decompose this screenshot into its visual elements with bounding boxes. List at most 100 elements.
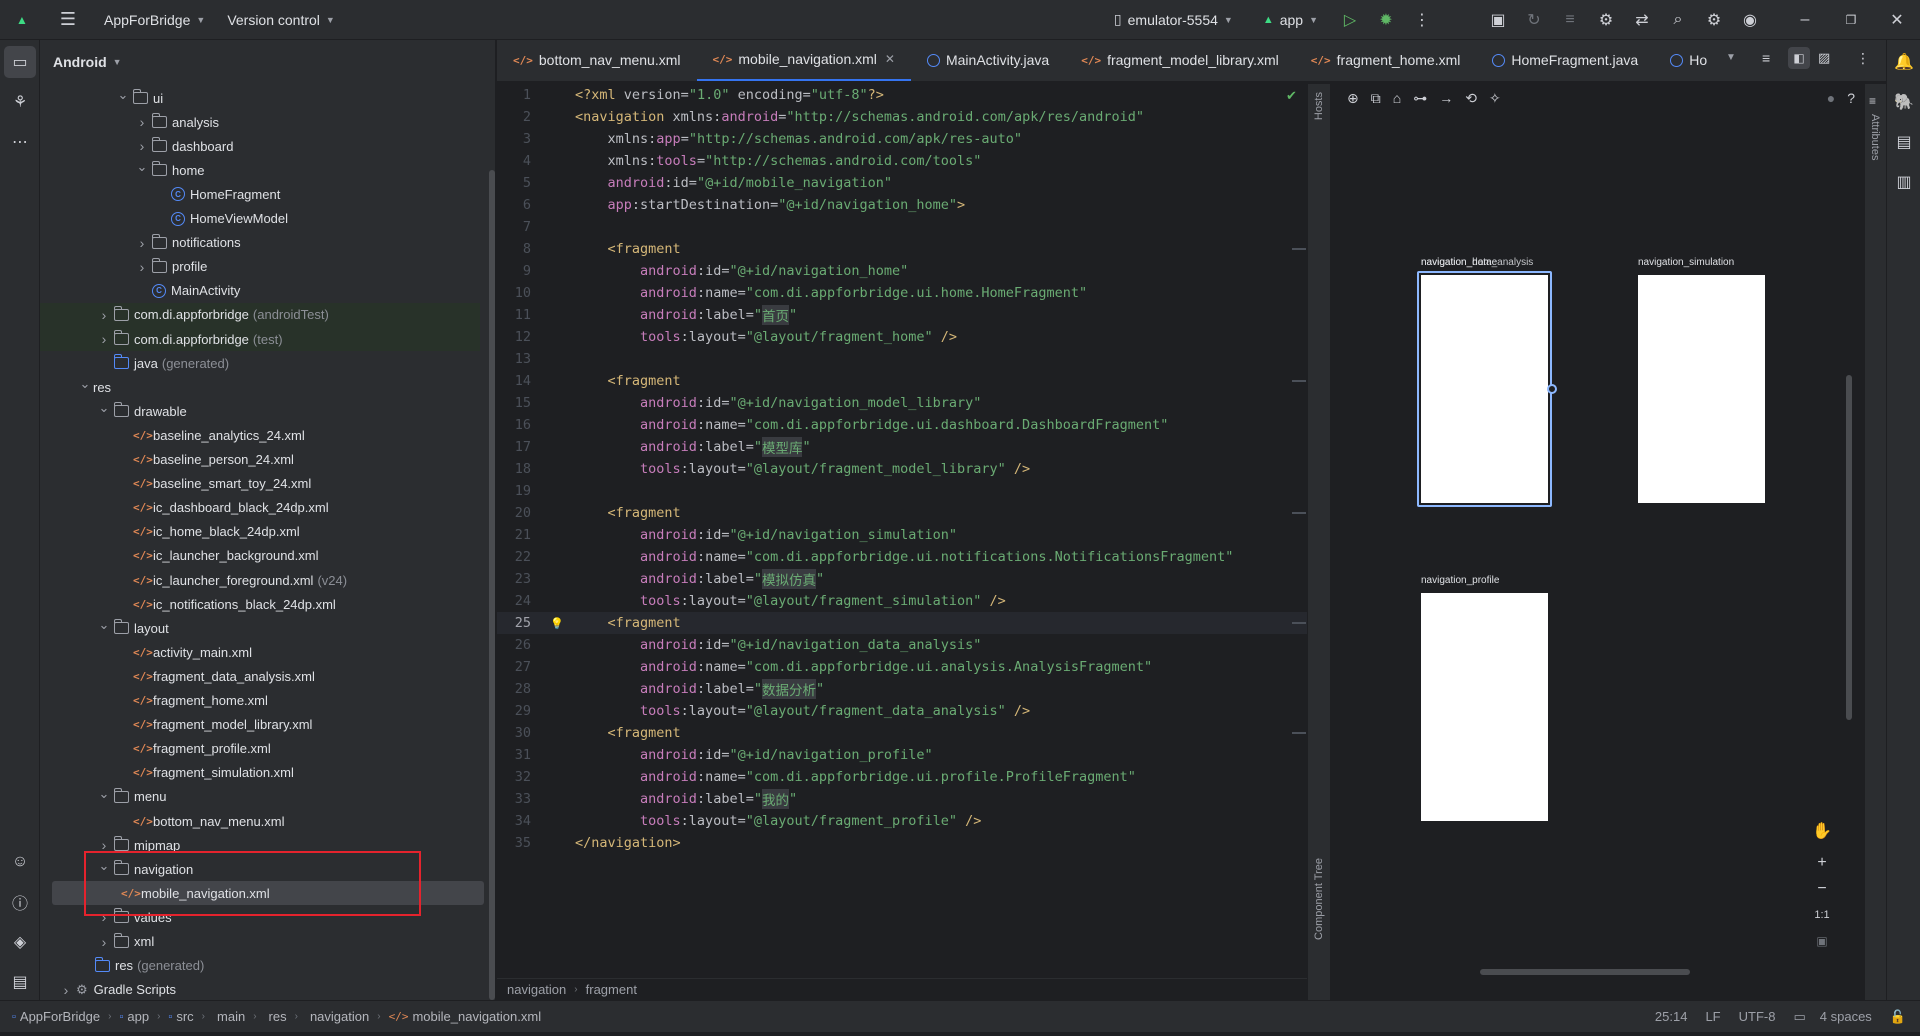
path-segment[interactable]: main: [217, 1009, 245, 1024]
line-number[interactable]: 15: [497, 395, 539, 411]
tree-item[interactable]: › ⚙ Gradle Scripts: [40, 978, 480, 1000]
tree-item[interactable]: › xml: [40, 930, 480, 954]
tree-item[interactable]: ⌄ ui: [40, 86, 480, 110]
editor-tab[interactable]: Ho: [1654, 40, 1723, 81]
chevron-right-icon[interactable]: ›: [96, 837, 112, 853]
chevron-right-icon[interactable]: ›: [96, 909, 112, 925]
chevron-right-icon[interactable]: ›: [96, 934, 112, 950]
tree-item[interactable]: </> fragment_home.xml: [40, 689, 480, 713]
line-number[interactable]: 14: [497, 373, 539, 389]
tree-item[interactable]: </> fragment_simulation.xml: [40, 761, 480, 785]
line-number[interactable]: 28: [497, 681, 539, 697]
code-line[interactable]: 8 <fragment: [497, 238, 1307, 260]
tree-item[interactable]: ⌄ res: [40, 375, 480, 399]
code-line[interactable]: 17 android:label= " 模型库 ": [497, 436, 1307, 458]
destination-preview[interactable]: [1638, 275, 1765, 503]
destination-label[interactable]: navigation_profile: [1421, 575, 1499, 586]
code-line[interactable]: 6 app:startDestination= "@+id/navigation_…: [497, 194, 1307, 216]
deep-link-icon[interactable]: ⊶: [1413, 90, 1427, 107]
code-line[interactable]: 4 xmlns: tools = "http://schemas.android.co…: [497, 150, 1307, 172]
tree-item[interactable]: › notifications: [40, 231, 480, 255]
tree-item[interactable]: ⌄ home: [40, 158, 480, 182]
line-number[interactable]: 29: [497, 703, 539, 719]
line-number[interactable]: 13: [497, 351, 539, 367]
device-manager-icon[interactable]: ▣: [1480, 4, 1516, 36]
tree-item[interactable]: </> bottom_nav_menu.xml: [40, 809, 480, 833]
line-number[interactable]: 34: [497, 813, 539, 829]
code-line[interactable]: 34 tools:layout= "@layout/fragment_profil…: [497, 810, 1307, 832]
editor-tab[interactable]: </> bottom_nav_menu.xml: [497, 40, 697, 81]
breadcrumb-item[interactable]: navigation: [507, 982, 566, 997]
account-icon[interactable]: ◉: [1732, 4, 1768, 36]
zoom-to-fit-icon[interactable]: ▣: [1808, 928, 1836, 954]
inspection-ok-icon[interactable]: ✔: [1286, 88, 1297, 104]
line-number[interactable]: 10: [497, 285, 539, 301]
device-file-explorer-icon[interactable]: ▤: [1888, 126, 1920, 158]
tree-item[interactable]: › com.di.appforbridge (androidTest): [40, 302, 480, 327]
code-line[interactable]: 12 tools:layout= "@layout/fragment_home" …: [497, 326, 1307, 348]
tree-item[interactable]: res (generated): [40, 954, 480, 978]
resource-manager-icon[interactable]: ⚘: [4, 86, 36, 118]
fold-marker-icon[interactable]: [1292, 248, 1306, 250]
app-quality-icon[interactable]: ◈: [4, 926, 36, 958]
tree-item[interactable]: </> activity_main.xml: [40, 640, 480, 664]
line-number[interactable]: 26: [497, 637, 539, 653]
line-separator[interactable]: LF: [1705, 1009, 1720, 1024]
code-line[interactable]: 31 android:id= "@+id/navigation_profile": [497, 744, 1307, 766]
zoom-actual-size-button[interactable]: 1:1: [1808, 902, 1836, 928]
more-tools-icon[interactable]: ⋯: [4, 126, 36, 158]
fold-marker-icon[interactable]: [1292, 732, 1306, 734]
line-number[interactable]: 25: [497, 615, 539, 631]
attributes-label[interactable]: Attributes: [1869, 114, 1881, 160]
line-number[interactable]: 12: [497, 329, 539, 345]
attributes-icon[interactable]: ≡: [1869, 94, 1876, 108]
tree-item[interactable]: › profile: [40, 255, 480, 279]
project-scrollbar[interactable]: [489, 170, 495, 1000]
tree-item[interactable]: ⌄ navigation: [40, 857, 480, 881]
tree-item[interactable]: › mipmap: [40, 833, 480, 857]
code-line[interactable]: 18 tools:layout= "@layout/fragment_model_…: [497, 458, 1307, 480]
line-number[interactable]: 7: [497, 219, 539, 235]
code-line[interactable]: 33 android:label= " 我的 ": [497, 788, 1307, 810]
line-number[interactable]: 24: [497, 593, 539, 609]
nested-graph-icon[interactable]: ⧉: [1371, 90, 1381, 107]
fold-marker-icon[interactable]: [1292, 622, 1306, 624]
terminal-icon[interactable]: ▤: [4, 966, 36, 998]
line-number[interactable]: 9: [497, 263, 539, 279]
settings-icon[interactable]: ⚙: [1696, 4, 1732, 36]
code-line[interactable]: 19: [497, 480, 1307, 502]
line-number[interactable]: 6: [497, 197, 539, 213]
code-line[interactable]: 9 android:id= "@+id/navigation_home": [497, 260, 1307, 282]
line-number[interactable]: 21: [497, 527, 539, 543]
line-number[interactable]: 17: [497, 439, 539, 455]
code-line[interactable]: 25 💡 <fragment: [497, 612, 1307, 634]
tree-item[interactable]: › analysis: [40, 110, 480, 134]
notifications-icon[interactable]: 🔔: [1888, 46, 1920, 78]
project-tool-icon[interactable]: ▭: [4, 46, 36, 78]
sdk-manager-icon[interactable]: ⚙: [1588, 4, 1624, 36]
pan-hand-icon[interactable]: ✋: [1808, 818, 1836, 844]
line-number[interactable]: 22: [497, 549, 539, 565]
tree-item[interactable]: ⌄ layout: [40, 616, 480, 640]
chevron-right-icon[interactable]: ›: [134, 114, 150, 130]
component-tree-label[interactable]: Component Tree: [1313, 858, 1325, 940]
add-action-icon[interactable]: →: [1439, 90, 1453, 106]
code-line[interactable]: 30 <fragment: [497, 722, 1307, 744]
main-menu-icon[interactable]: ☰: [50, 4, 86, 36]
sync-icon[interactable]: ≡: [1552, 4, 1588, 36]
line-number[interactable]: 3: [497, 131, 539, 147]
editor-tab[interactable]: </> fragment_model_library.xml: [1065, 40, 1295, 81]
tree-item[interactable]: java (generated): [40, 351, 480, 375]
path-segment[interactable]: mobile_navigation.xml: [412, 1009, 541, 1024]
vcs-menu[interactable]: Version control ▼: [227, 12, 335, 28]
editor-tab[interactable]: HomeFragment.java: [1476, 40, 1654, 81]
code-line[interactable]: 24 tools:layout= "@layout/fragment_simula…: [497, 590, 1307, 612]
code-line[interactable]: 10 android:name= "com.di.appforbridge.ui.…: [497, 282, 1307, 304]
tree-item[interactable]: </> fragment_profile.xml: [40, 737, 480, 761]
tree-item[interactable]: </> ic_launcher_background.xml: [40, 544, 480, 568]
code-line[interactable]: 20 <fragment: [497, 502, 1307, 524]
line-number[interactable]: 4: [497, 153, 539, 169]
tree-item[interactable]: </> ic_home_black_24dp.xml: [40, 520, 480, 544]
chevron-down-icon[interactable]: ⌄: [115, 87, 131, 103]
code-line[interactable]: 27 android:name= "com.di.appforbridge.ui.…: [497, 656, 1307, 678]
